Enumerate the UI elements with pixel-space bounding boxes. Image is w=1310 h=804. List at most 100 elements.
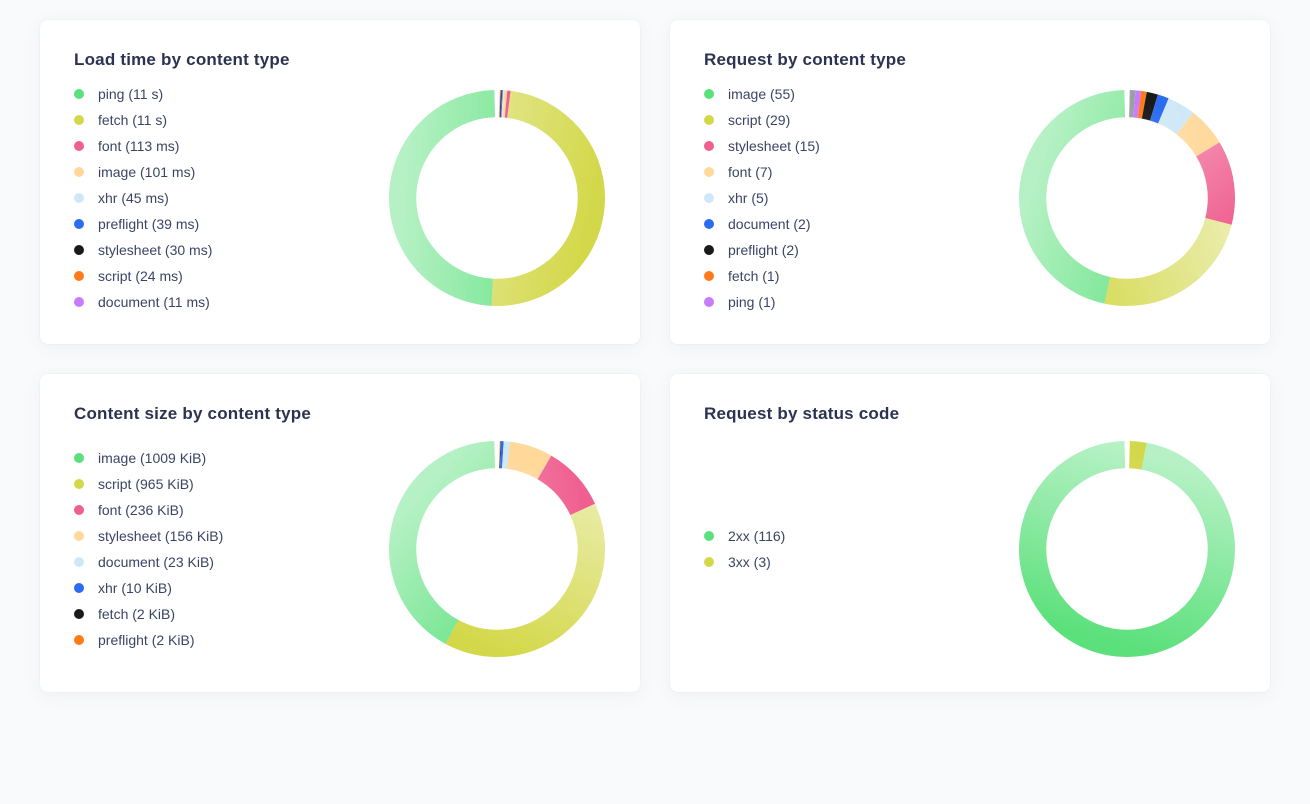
legend-dot-icon bbox=[704, 271, 714, 281]
legend-label: script (29) bbox=[728, 112, 790, 128]
card-title: Load time by content type bbox=[74, 50, 606, 70]
legend-label: preflight (2) bbox=[728, 242, 799, 258]
legend-dot-icon bbox=[704, 89, 714, 99]
legend-dot-icon bbox=[704, 245, 714, 255]
legend-label: script (965 KiB) bbox=[98, 476, 194, 492]
legend-dot-icon bbox=[704, 193, 714, 203]
legend-dot-icon bbox=[74, 271, 84, 281]
legend-item[interactable]: image (1009 KiB) bbox=[74, 450, 304, 466]
legend-item[interactable]: fetch (2 KiB) bbox=[74, 606, 304, 622]
legend-item[interactable]: font (113 ms) bbox=[74, 138, 304, 154]
legend-item[interactable]: 2xx (116) bbox=[704, 528, 934, 544]
legend-item[interactable]: preflight (2 KiB) bbox=[74, 632, 304, 648]
legend-label: fetch (2 KiB) bbox=[98, 606, 175, 622]
legend-label: font (236 KiB) bbox=[98, 502, 184, 518]
legend-label: document (2) bbox=[728, 216, 810, 232]
legend: ping (11 s) fetch (11 s) font (113 ms) imag… bbox=[74, 86, 304, 310]
legend-dot-icon bbox=[74, 583, 84, 593]
legend-dot-icon bbox=[704, 167, 714, 177]
legend-item[interactable]: xhr (5) bbox=[704, 190, 934, 206]
legend-label: preflight (39 ms) bbox=[98, 216, 199, 232]
legend-item[interactable]: font (7) bbox=[704, 164, 934, 180]
legend-dot-icon bbox=[74, 479, 84, 489]
legend-dot-icon bbox=[74, 505, 84, 515]
legend-label: xhr (5) bbox=[728, 190, 768, 206]
card-body: image (55) script (29) stylesheet (15) font… bbox=[704, 86, 1236, 310]
legend-label: font (113 ms) bbox=[98, 138, 179, 154]
legend-dot-icon bbox=[704, 141, 714, 151]
card-body: image (1009 KiB) script (965 KiB) font (23… bbox=[74, 440, 606, 658]
legend-label: stylesheet (156 KiB) bbox=[98, 528, 223, 544]
legend-item[interactable]: script (24 ms) bbox=[74, 268, 304, 284]
legend-label: font (7) bbox=[728, 164, 772, 180]
donut-chart bbox=[388, 440, 606, 658]
legend-item[interactable]: font (236 KiB) bbox=[74, 502, 304, 518]
legend-dot-icon bbox=[74, 635, 84, 645]
card-body: 2xx (116) 3xx (3) bbox=[704, 440, 1236, 658]
legend-item[interactable]: ping (11 s) bbox=[74, 86, 304, 102]
legend-label: 2xx (116) bbox=[728, 528, 785, 544]
legend-label: image (55) bbox=[728, 86, 795, 102]
legend: image (55) script (29) stylesheet (15) font… bbox=[704, 86, 934, 310]
card-body: ping (11 s) fetch (11 s) font (113 ms) imag… bbox=[74, 86, 606, 310]
legend-label: xhr (45 ms) bbox=[98, 190, 169, 206]
legend-item[interactable]: fetch (11 s) bbox=[74, 112, 304, 128]
legend-label: fetch (1) bbox=[728, 268, 779, 284]
card-title: Request by content type bbox=[704, 50, 1236, 70]
legend-dot-icon bbox=[74, 245, 84, 255]
legend-dot-icon bbox=[74, 219, 84, 229]
legend-item[interactable]: document (2) bbox=[704, 216, 934, 232]
card-load-time: Load time by content type ping (11 s) fetc… bbox=[40, 20, 640, 344]
legend-dot-icon bbox=[704, 557, 714, 567]
legend-item[interactable]: document (23 KiB) bbox=[74, 554, 304, 570]
card-title: Request by status code bbox=[704, 404, 1236, 424]
legend-dot-icon bbox=[704, 219, 714, 229]
legend-label: preflight (2 KiB) bbox=[98, 632, 194, 648]
legend-item[interactable]: stylesheet (30 ms) bbox=[74, 242, 304, 258]
legend-dot-icon bbox=[74, 141, 84, 151]
legend-item[interactable]: ping (1) bbox=[704, 294, 934, 310]
legend-label: xhr (10 KiB) bbox=[98, 580, 172, 596]
legend-item[interactable]: stylesheet (15) bbox=[704, 138, 934, 154]
legend-item[interactable]: preflight (2) bbox=[704, 242, 934, 258]
legend-item[interactable]: stylesheet (156 KiB) bbox=[74, 528, 304, 544]
legend-item[interactable]: 3xx (3) bbox=[704, 554, 934, 570]
legend-dot-icon bbox=[74, 453, 84, 463]
legend-label: image (1009 KiB) bbox=[98, 450, 206, 466]
legend-label: stylesheet (15) bbox=[728, 138, 820, 154]
legend-label: image (101 ms) bbox=[98, 164, 195, 180]
legend-label: script (24 ms) bbox=[98, 268, 183, 284]
legend-item[interactable]: preflight (39 ms) bbox=[74, 216, 304, 232]
legend-item[interactable]: script (29) bbox=[704, 112, 934, 128]
legend-item[interactable]: fetch (1) bbox=[704, 268, 934, 284]
legend-label: fetch (11 s) bbox=[98, 112, 167, 128]
legend-item[interactable]: xhr (45 ms) bbox=[74, 190, 304, 206]
legend-dot-icon bbox=[704, 531, 714, 541]
legend-dot-icon bbox=[74, 531, 84, 541]
legend-dot-icon bbox=[74, 193, 84, 203]
legend-dot-icon bbox=[74, 297, 84, 307]
legend-dot-icon bbox=[74, 609, 84, 619]
legend: image (1009 KiB) script (965 KiB) font (23… bbox=[74, 450, 304, 648]
legend-item[interactable]: document (11 ms) bbox=[74, 294, 304, 310]
card-request-count: Request by content type image (55) script … bbox=[670, 20, 1270, 344]
donut-chart bbox=[388, 89, 606, 307]
legend-item[interactable]: script (965 KiB) bbox=[74, 476, 304, 492]
card-title: Content size by content type bbox=[74, 404, 606, 424]
legend-label: document (11 ms) bbox=[98, 294, 210, 310]
legend-dot-icon bbox=[74, 167, 84, 177]
legend-item[interactable]: image (55) bbox=[704, 86, 934, 102]
legend-label: 3xx (3) bbox=[728, 554, 771, 570]
legend-dot-icon bbox=[74, 89, 84, 99]
legend-dot-icon bbox=[74, 557, 84, 567]
legend-item[interactable]: xhr (10 KiB) bbox=[74, 580, 304, 596]
legend-label: ping (1) bbox=[728, 294, 775, 310]
legend-item[interactable]: image (101 ms) bbox=[74, 164, 304, 180]
legend-dot-icon bbox=[704, 115, 714, 125]
legend-dot-icon bbox=[74, 115, 84, 125]
legend-label: ping (11 s) bbox=[98, 86, 163, 102]
legend-label: stylesheet (30 ms) bbox=[98, 242, 212, 258]
legend-label: document (23 KiB) bbox=[98, 554, 214, 570]
card-content-size: Content size by content type image (1009 … bbox=[40, 374, 640, 692]
donut-chart bbox=[1018, 89, 1236, 307]
